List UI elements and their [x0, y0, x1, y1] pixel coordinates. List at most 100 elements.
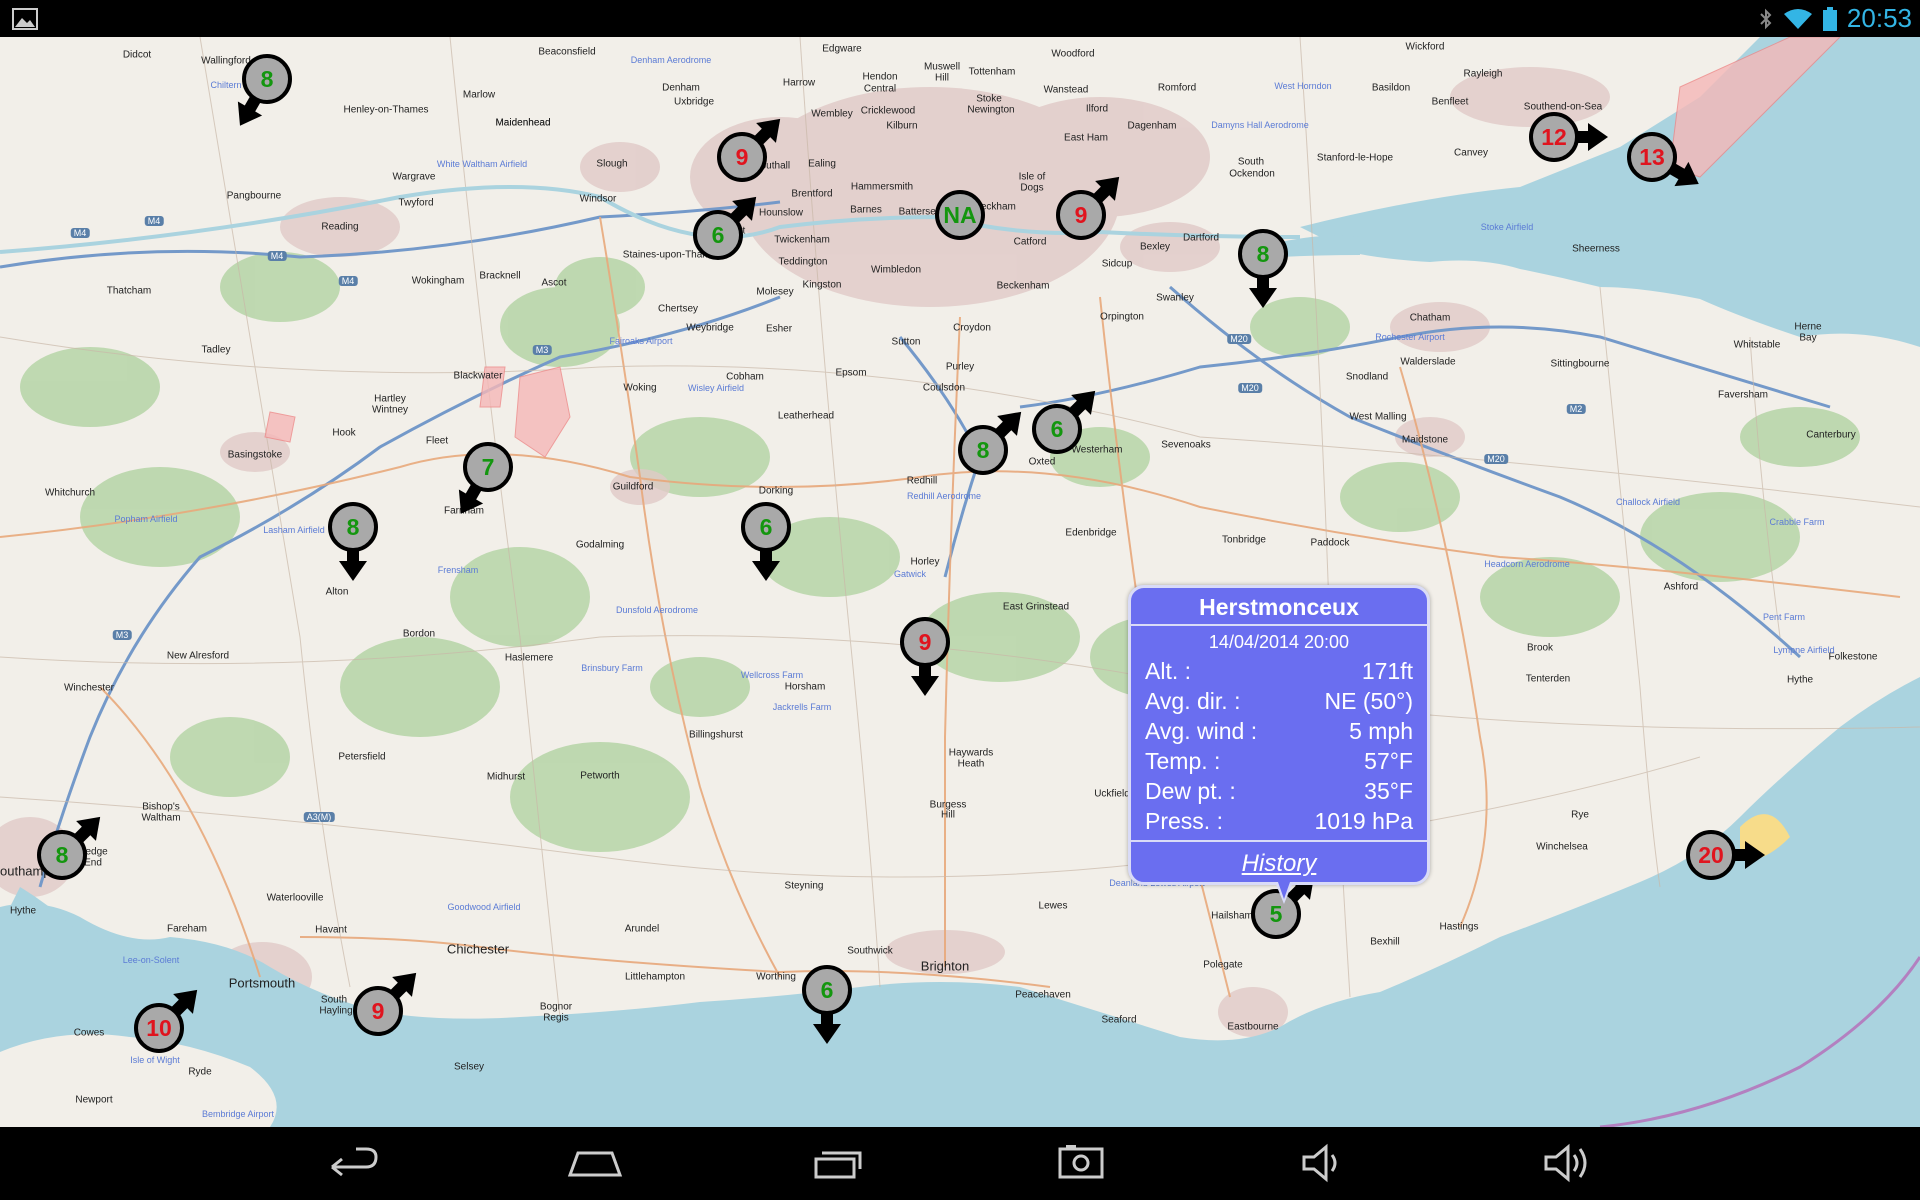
place-label: Didcot — [122, 49, 152, 61]
place-label: Brook — [1526, 642, 1554, 654]
place-label: Folkestone — [1828, 651, 1878, 663]
place-label: Sevenoaks — [1161, 439, 1211, 451]
place-label: Billingshurst — [689, 729, 743, 741]
road-shield: M3 — [112, 630, 132, 640]
road-shield: A3(M) — [303, 812, 335, 822]
navigation-bar — [0, 1127, 1920, 1200]
place-label: Hayling — [319, 1005, 353, 1017]
station-value: NA — [935, 190, 985, 240]
weather-station-marker[interactable]: 9 — [350, 962, 427, 1039]
popup-row-pressure: Press. : 1019 hPa — [1131, 806, 1427, 836]
place-label: Haywards — [948, 747, 994, 759]
place-label: Cowes — [73, 1027, 105, 1039]
weather-station-marker[interactable]: 8 — [955, 401, 1032, 478]
place-label: Lympne Airfield — [1773, 645, 1835, 655]
station-value: 8 — [328, 502, 378, 552]
weather-station-marker[interactable]: 7 — [448, 439, 516, 521]
place-label: Reading — [321, 221, 359, 233]
weather-station-marker[interactable]: 9 — [714, 108, 791, 185]
place-label: Popham Airfield — [114, 514, 178, 524]
place-label: Cricklewood — [860, 105, 916, 117]
place-label: Teddington — [778, 256, 828, 268]
popup-row-direction: Avg. dir. : NE (50°) — [1131, 686, 1427, 716]
place-label: Maidenhead — [495, 117, 551, 129]
road-shield: M4 — [70, 228, 90, 238]
place-label: Bembridge Airport — [201, 1109, 275, 1119]
back-icon[interactable] — [318, 1137, 388, 1189]
volume-down-icon[interactable] — [1288, 1137, 1358, 1189]
place-label: White Waltham Airfield — [436, 159, 528, 169]
weather-station-marker[interactable]: 8 — [34, 806, 111, 883]
history-link[interactable]: History — [1131, 850, 1427, 878]
place-label: Chichester — [446, 941, 510, 957]
place-label: Waterlooville — [266, 892, 324, 904]
place-label: Bishop's — [142, 801, 180, 813]
place-label: Challock Airfield — [1615, 497, 1681, 507]
place-label: Bognor — [539, 1001, 573, 1013]
weather-station-marker[interactable]: 9 — [1053, 166, 1130, 243]
station-value: 13 — [1627, 132, 1677, 182]
place-label: Isle of Wight — [130, 1055, 180, 1065]
weather-station-marker[interactable]: 13 — [1624, 129, 1706, 197]
place-label: Redhill — [906, 475, 938, 487]
clock: 20:53 — [1846, 3, 1912, 33]
place-label: Kilburn — [886, 120, 918, 132]
place-label: Waltham — [141, 812, 181, 824]
wifi-icon — [1783, 8, 1812, 29]
place-label: Pent Farm — [1762, 612, 1806, 622]
weather-station-marker[interactable]: 9 — [897, 614, 953, 696]
weather-station-marker[interactable]: 6 — [738, 499, 794, 581]
place-label: Romford — [1157, 82, 1197, 94]
weather-station-marker[interactable]: 12 — [1526, 109, 1608, 165]
screenshot-icon[interactable] — [1046, 1137, 1116, 1189]
place-label: Whitstable — [1733, 339, 1781, 351]
weather-station-marker[interactable]: 8 — [325, 499, 381, 581]
place-label: Stoke — [976, 93, 1002, 105]
row-value: 1019 hPa — [1314, 808, 1413, 834]
place-label: Selsey — [453, 1061, 485, 1073]
place-label: Winchester — [63, 682, 115, 694]
place-label: Sutton — [891, 336, 921, 348]
station-info-popup[interactable]: Herstmonceux 14/04/2014 20:00 Alt. : 171f… — [1128, 585, 1430, 904]
weather-station-marker[interactable]: 6 — [690, 186, 767, 263]
weather-station-marker[interactable]: NA — [932, 187, 988, 243]
row-value: 35°F — [1364, 778, 1413, 804]
place-label: Ryde — [188, 1066, 212, 1078]
place-label: Windsor — [579, 193, 617, 205]
weather-station-marker[interactable]: 10 — [131, 979, 208, 1056]
place-label: Sittingbourne — [1550, 358, 1610, 370]
recent-apps-icon[interactable] — [804, 1137, 874, 1189]
row-label: Press. : — [1145, 808, 1223, 834]
place-label: Herne — [1794, 321, 1822, 333]
popup-datetime: 14/04/2014 20:00 — [1208, 632, 1350, 652]
place-label: Damyns Hall Aerodrome — [1211, 120, 1309, 130]
place-label: Uckfield — [1094, 788, 1130, 800]
place-label: East Ham — [1064, 132, 1108, 144]
place-label: Kingston — [802, 279, 842, 291]
weather-station-marker[interactable]: 8 — [1235, 226, 1291, 308]
place-label: Croydon — [953, 322, 991, 334]
place-label: New Alresford — [166, 650, 230, 662]
weather-station-marker[interactable]: 20 — [1683, 827, 1765, 883]
place-label: Fareham — [166, 923, 208, 935]
place-label: Seaford — [1101, 1014, 1137, 1026]
place-label: Lee-on-Solent — [122, 955, 180, 965]
place-label: Orpington — [1100, 311, 1144, 323]
place-label: Walderslade — [1400, 356, 1456, 368]
place-label: Slough — [596, 158, 628, 170]
row-label: Dew pt. : — [1145, 778, 1236, 804]
volume-up-icon[interactable] — [1532, 1137, 1602, 1189]
weather-station-marker[interactable]: 8 — [227, 51, 295, 133]
station-value: 9 — [717, 132, 767, 182]
map-view[interactable]: Didcot Wallingford Beaconsfield Denham Aero… — [0, 37, 1920, 1127]
weather-station-marker[interactable]: 6 — [799, 962, 855, 1044]
place-label: Oxted — [1028, 456, 1056, 468]
place-label: Hythe — [1786, 674, 1814, 686]
home-icon[interactable] — [560, 1137, 630, 1189]
place-label: Hounslow — [759, 207, 803, 219]
place-label: Faversham — [1717, 389, 1769, 401]
place-label: Littlehampton — [624, 971, 686, 983]
weather-station-marker[interactable]: 6 — [1029, 380, 1106, 457]
place-label: Hastings — [1439, 921, 1479, 933]
place-label: Hythe — [9, 905, 37, 917]
